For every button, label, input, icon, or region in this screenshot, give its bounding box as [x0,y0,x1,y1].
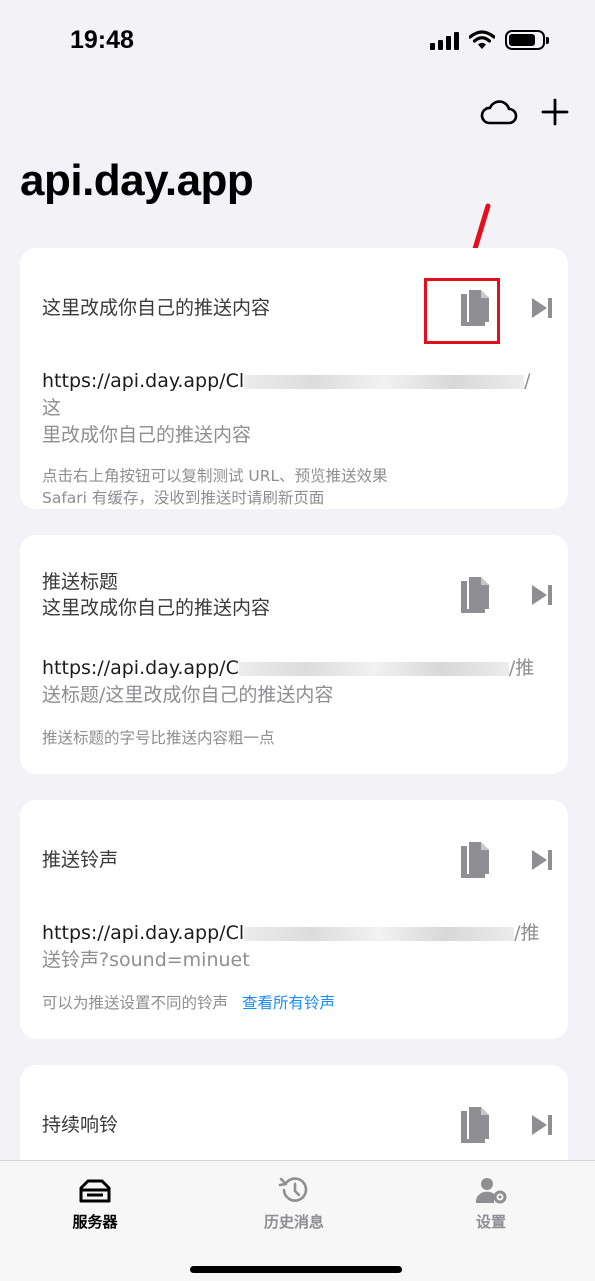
push-card: 推送标题 这里改成你自己的推送内容 https://api.day.app/C /… [20,535,568,774]
all-sounds-link[interactable]: 查看所有铃声 [242,994,335,1012]
copy-icon[interactable] [450,283,500,333]
test-url[interactable]: https://api.day.app/Cl/这 里改成你自己的推送内容 [42,368,546,449]
preview-play-icon[interactable] [522,840,562,880]
card-hint: 推送标题的字号比推送内容粗一点 [42,729,275,747]
tab-settings[interactable]: 设置 [431,1175,551,1232]
status-time: 19:48 [70,26,134,54]
tab-server[interactable]: 服务器 [35,1175,155,1232]
copy-icon[interactable] [450,1100,500,1150]
tab-bar: 服务器 历史消息 设置 [0,1160,595,1281]
preview-play-icon[interactable] [522,1105,562,1145]
home-indicator [190,1266,402,1273]
plus-icon[interactable] [535,96,575,128]
page-title: api.day.app [20,156,254,205]
preview-play-icon[interactable] [522,575,562,615]
settings-icon [475,1178,507,1204]
tab-history[interactable]: 历史消息 [234,1175,354,1232]
test-url[interactable]: https://api.day.app/C/推 送标题/这里改成你自己的推送内容 [42,655,546,709]
card-list: 这里改成你自己的推送内容 https://api.day.app/Cl/这 里改… [20,248,568,1231]
history-icon [278,1177,308,1202]
push-card: 这里改成你自己的推送内容 https://api.day.app/Cl/这 里改… [20,248,568,509]
status-icons [430,30,549,50]
copy-icon[interactable] [450,570,500,620]
tab-label: 设置 [475,1213,506,1231]
wifi-icon [469,30,495,49]
copy-icon[interactable] [450,835,500,885]
card-hint: 可以为推送设置不同的铃声 查看所有铃声 [42,994,336,1012]
tab-label: 服务器 [72,1213,118,1231]
card-title: 持续响铃 [42,1114,119,1136]
cloud-icon[interactable] [479,96,519,128]
card-hint: 点击右上角按钮可以复制测试 URL、预览推送效果 Safari 有缓存，没收到推… [42,467,388,507]
card-title: 推送铃声 [42,849,119,871]
header-actions [479,96,575,128]
push-card: 推送铃声 https://api.day.app/Cl/推 送铃声?sound=… [20,800,568,1039]
preview-play-icon[interactable] [522,288,562,328]
card-title: 这里改成你自己的推送内容 [42,297,271,319]
signal-icon [430,30,459,50]
card-title: 推送标题 这里改成你自己的推送内容 [42,571,271,619]
status-bar: 19:48 [0,0,595,80]
server-icon [79,1179,111,1203]
battery-icon [505,30,549,50]
tab-label: 历史消息 [263,1213,324,1231]
test-url[interactable]: https://api.day.app/Cl/推 送铃声?sound=minue… [42,920,546,974]
